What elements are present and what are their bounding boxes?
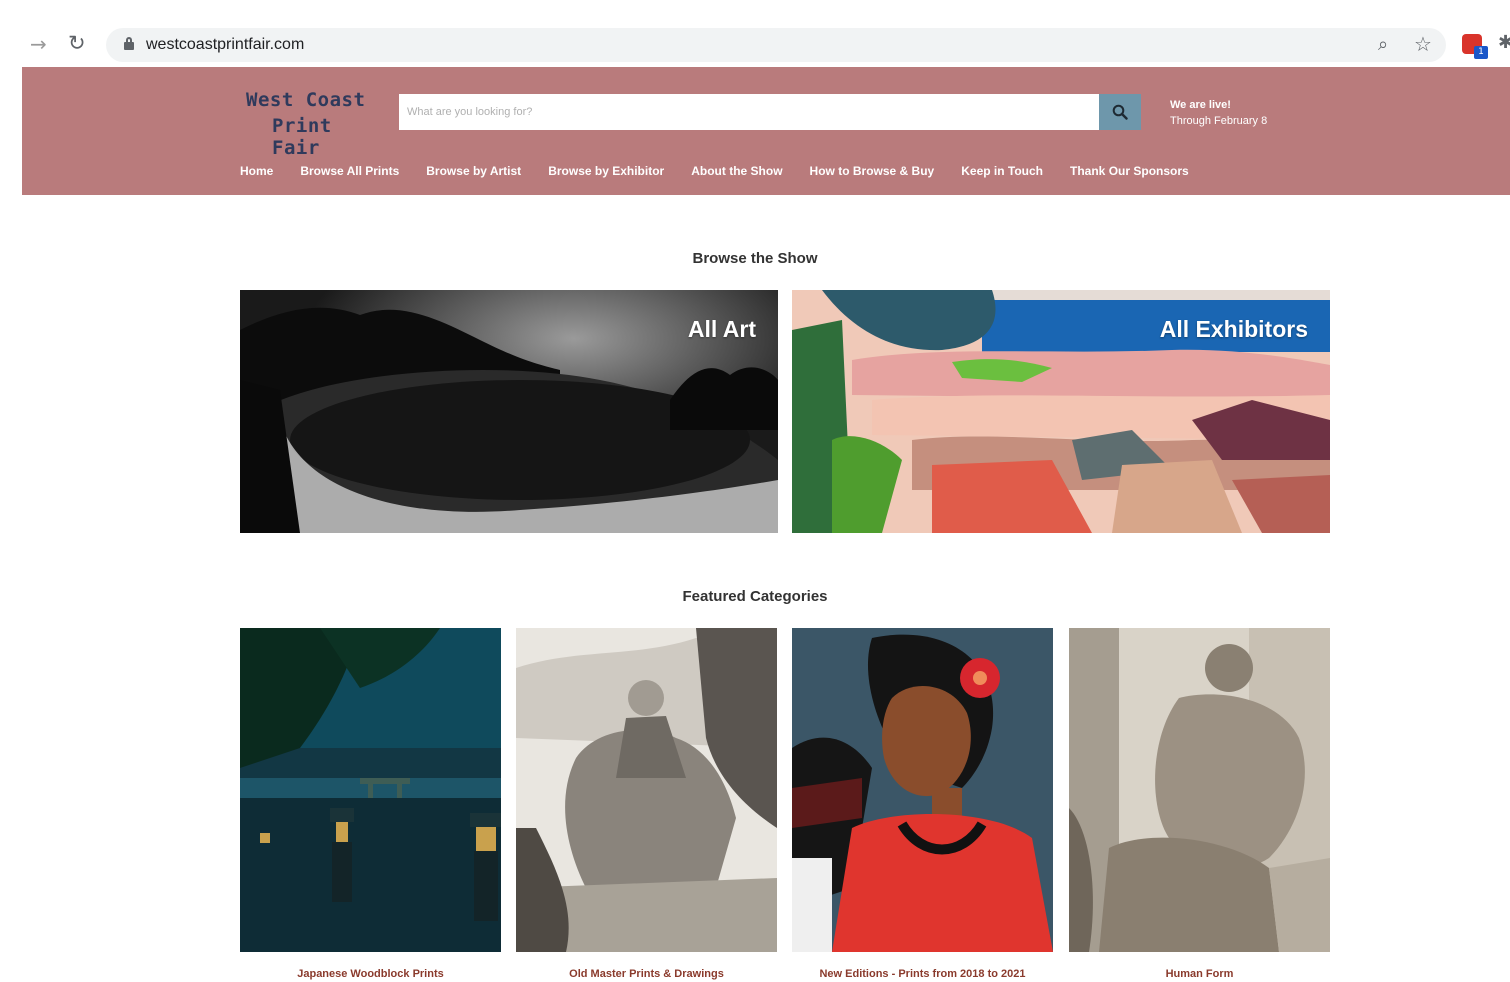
browse-section-title: Browse the Show	[692, 250, 818, 267]
category-human-form[interactable]	[1069, 628, 1330, 952]
live-notice-dates: Through February 8	[1170, 115, 1268, 127]
live-notice: We are live! Through February 8	[1170, 97, 1267, 129]
zoom-icon[interactable]: ⌕	[1378, 34, 1388, 55]
search-input[interactable]	[399, 94, 1099, 130]
new-editions-portrait-image	[792, 628, 1053, 952]
category-label-japanese[interactable]: Japanese Woodblock Prints	[240, 968, 501, 980]
site-header: West Coast Print Fair We are live! Throu…	[22, 67, 1510, 195]
search-button[interactable]	[1099, 94, 1141, 130]
live-notice-title: We are live!	[1170, 99, 1231, 111]
bookmark-star-icon[interactable]: ☆	[1414, 32, 1432, 56]
category-label-human-form[interactable]: Human Form	[1069, 968, 1330, 980]
browser-chrome: → ↻ westcoastprintfair.com ⌕ ☆ 1 ✱	[0, 0, 1510, 67]
main-nav: Home Browse All Prints Browse by Artist …	[240, 164, 1216, 182]
logo-line-1: West Coast	[246, 89, 366, 111]
nav-thank-our-sponsors[interactable]: Thank Our Sponsors	[1070, 164, 1189, 182]
all-art-tile[interactable]: All Art	[240, 290, 778, 533]
japanese-woodblock-image	[240, 628, 501, 952]
nav-browse-by-exhibitor[interactable]: Browse by Exhibitor	[548, 164, 664, 182]
address-bar[interactable]: westcoastprintfair.com ⌕ ☆	[106, 28, 1446, 62]
logo-line-2: Print Fair	[272, 115, 332, 159]
reload-icon[interactable]: ↻	[68, 31, 86, 55]
category-label-new-editions[interactable]: New Editions - Prints from 2018 to 2021	[792, 968, 1053, 980]
nav-browse-by-artist[interactable]: Browse by Artist	[426, 164, 521, 182]
all-art-label: All Art	[687, 316, 756, 342]
forward-arrow-icon[interactable]: →	[30, 32, 47, 56]
category-label-old-master[interactable]: Old Master Prints & Drawings	[516, 968, 777, 980]
featured-section-title: Featured Categories	[682, 588, 828, 605]
category-old-master[interactable]	[516, 628, 777, 952]
category-japanese-woodblock[interactable]	[240, 628, 501, 952]
category-new-editions[interactable]	[792, 628, 1053, 952]
url-text[interactable]: westcoastprintfair.com	[146, 36, 304, 54]
search-icon	[1112, 104, 1128, 120]
extensions-puzzle-icon[interactable]: ✱	[1498, 32, 1510, 53]
nav-home[interactable]: Home	[240, 164, 273, 182]
nav-browse-all-prints[interactable]: Browse All Prints	[300, 164, 399, 182]
nav-how-to-browse-buy[interactable]: How to Browse & Buy	[810, 164, 935, 182]
all-exhibitors-label: All Exhibitors	[1159, 316, 1308, 342]
all-exhibitors-tile[interactable]: All Exhibitors	[792, 290, 1330, 533]
nav-about-the-show[interactable]: About the Show	[691, 164, 782, 182]
nav-keep-in-touch[interactable]: Keep in Touch	[961, 164, 1043, 182]
lock-icon	[124, 37, 134, 50]
old-master-engraving-image	[516, 628, 777, 952]
extension-badge: 1	[1474, 46, 1488, 59]
site-logo[interactable]: West Coast Print Fair	[246, 89, 386, 159]
human-form-engraving-image	[1069, 628, 1330, 952]
